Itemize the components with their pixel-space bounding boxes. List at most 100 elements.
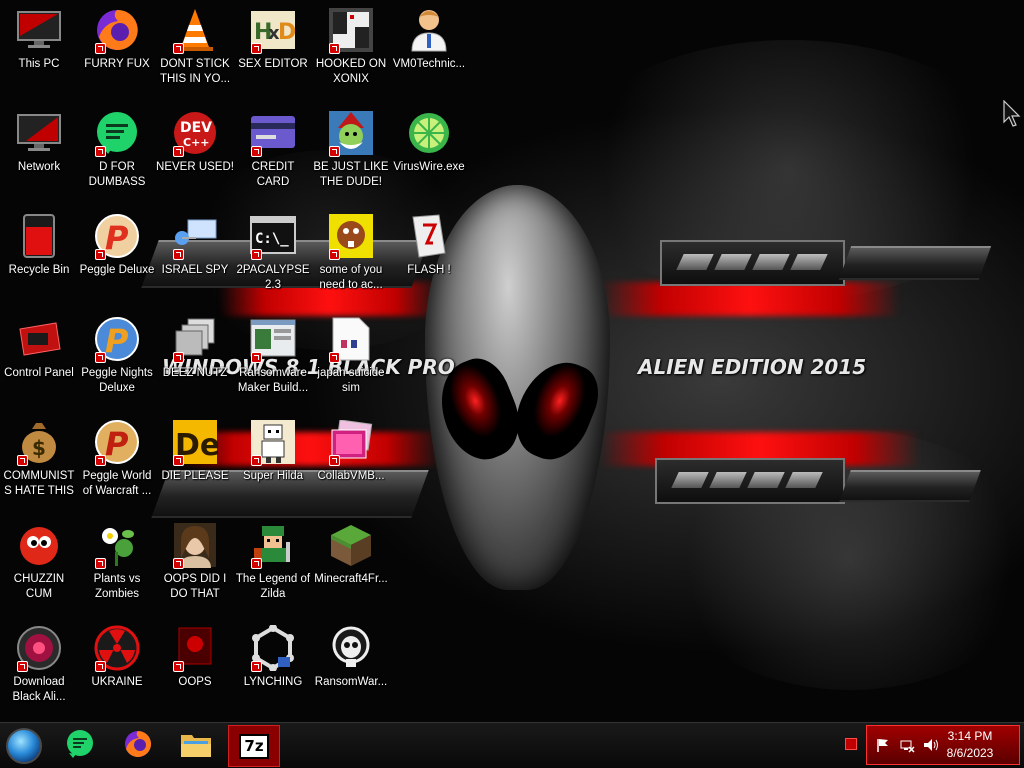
svg-text:P: P — [105, 425, 129, 463]
desktop-icon-plants-vs-zombies[interactable]: Plants vs Zombies — [78, 515, 156, 611]
desktop-icon-dont-stick[interactable]: DONT STICK THIS IN YO... — [156, 0, 234, 96]
desktop-icon-label: Peggle World of Warcraft ... — [82, 470, 152, 497]
desktop-icon-ukraine[interactable]: UKRAINE — [78, 618, 156, 714]
desktop-icon-israel-spy[interactable]: ISRAEL SPY — [156, 206, 234, 302]
money-bag-icon: $ — [15, 418, 63, 466]
hxd-hex-editor-icon: HxD — [249, 6, 297, 54]
show-hidden-icons-icon[interactable] — [845, 738, 857, 750]
desktop-icon-japan-suicide-sim[interactable]: japan suicide sim — [312, 309, 390, 405]
desktop-icon-control-panel[interactable]: Control Panel — [0, 309, 78, 405]
desktop-icon-label: D FOR DUMBASS — [88, 161, 146, 188]
credit-card-icon — [249, 109, 297, 157]
desktop-icon-hooked-on-xonix[interactable]: HOOKED ON XONIX — [312, 0, 390, 96]
desktop-icon-flash[interactable]: FLASH ! — [390, 206, 468, 302]
desktop-icon-deez-nutz[interactable]: DEEZ NUTZ — [156, 309, 234, 405]
desktop-icon-label: BE JUST LIKE THE DUDE! — [313, 161, 389, 188]
desktop-icon-super-hilda[interactable]: Super Hilda — [234, 412, 312, 508]
desktop-icon-label: VirusWire.exe — [393, 161, 465, 173]
taskbar-file-explorer-button[interactable] — [170, 725, 222, 767]
video-player-icon — [327, 418, 375, 466]
desktop-icon-label: DIE PLEASE — [161, 470, 229, 482]
doctor-user-icon — [405, 6, 453, 54]
taskbar-7zip-button[interactable]: 7z — [228, 725, 280, 767]
desktop-icon-d-for-dumbass[interactable]: D FOR DUMBASS — [78, 103, 156, 199]
taskbar-chat-app-button[interactable] — [54, 725, 106, 767]
desktop-icon-communists[interactable]: $ COMMUNISTS HATE THIS G... — [0, 412, 78, 508]
desktop-icon-be-just-like-the-dude[interactable]: BE JUST LIKE THE DUDE! — [312, 103, 390, 199]
desktop-icon-download-black-alien[interactable]: Download Black Ali... — [0, 618, 78, 714]
desktop-icon-peggle-deluxe[interactable]: P Peggle Deluxe — [78, 206, 156, 302]
plant-icon — [93, 521, 141, 569]
desktop-icon-label: LYNCHING — [243, 676, 303, 688]
app-window-icon — [249, 315, 297, 363]
desktop-icon-label: RansomWar... — [314, 676, 388, 688]
skull-icon — [327, 624, 375, 672]
desktop-icon-network[interactable]: Network — [0, 103, 78, 199]
taskbar-firefox-button[interactable] — [112, 725, 164, 767]
action-center-flag-icon[interactable] — [875, 737, 893, 753]
desktop-icon-die-please[interactable]: De DIE PLEASE — [156, 412, 234, 508]
desktop-icon-label: 2PACALYPSE 2.3 — [236, 264, 310, 291]
desktop-icon-some-of-you[interactable]: some of you need to ac... — [312, 206, 390, 302]
desktop-icon-collabvm[interactable]: CollabVMB... — [312, 412, 390, 508]
wallpaper-subtitle-text: ALIEN EDITION 2015 — [638, 355, 867, 379]
desktop-icon-viruswire[interactable]: VirusWire.exe — [390, 103, 468, 199]
desktop-icon-label: This PC — [18, 58, 60, 70]
desktop-icon-label: ISRAEL SPY — [161, 264, 229, 276]
desktop-icon-peggle-wow[interactable]: P Peggle World of Warcraft ... — [78, 412, 156, 508]
desktop-icon-label: Plants vs Zombies — [93, 573, 141, 600]
svg-text:C:\_: C:\_ — [255, 231, 289, 247]
desktop-icon-oops[interactable]: OOPS — [156, 618, 234, 714]
desktop-icon-never-used[interactable]: DEV C++ NEVER USED! — [156, 103, 234, 199]
monitor-icon — [15, 6, 63, 54]
desktop-icon-chuzzin[interactable]: CHUZZIN CUM — [0, 515, 78, 611]
desktop-icon-vm0technic[interactable]: VM0Technic... — [390, 0, 468, 96]
desktop-icon-label: Super Hilda — [242, 470, 304, 482]
svg-text:C++: C++ — [183, 136, 210, 149]
desktop-icon-label: CHUZZIN CUM — [13, 573, 65, 600]
desktop-icon-oops-did-i-do-that[interactable]: OOPS DID I DO THAT — [156, 515, 234, 611]
desktop-icon-label: Recycle Bin — [8, 264, 70, 276]
desktop-icon-ransomware-maker[interactable]: Ransomware Maker Build... — [234, 309, 312, 405]
wallpaper-wing-panel — [660, 240, 845, 286]
desktop-icon-peggle-nights[interactable]: P Peggle Nights Deluxe — [78, 309, 156, 405]
7zip-icon: 7z — [239, 733, 269, 759]
desktop-icon-label: NEVER USED! — [156, 161, 234, 173]
desktop-icon-lynching[interactable]: LYNCHING — [234, 618, 312, 714]
desktop-icon-2pacalypse[interactable]: C:\_ 2PACALYPSE 2.3 — [234, 206, 312, 302]
control-panel-icon — [15, 315, 63, 363]
desktop-icon-legend-of-zilda[interactable]: The Legend of Zilda — [234, 515, 312, 611]
chat-bubble-icon — [65, 729, 95, 764]
recycle-bin-icon — [15, 212, 63, 260]
firefox-icon — [123, 729, 153, 764]
flash-icon — [405, 212, 453, 260]
desktop-icon-furry-fux[interactable]: FURRY FUX — [78, 0, 156, 96]
desktop-icon-this-pc[interactable]: This PC — [0, 0, 78, 96]
desktop-icon-label: Ransomware Maker Build... — [237, 367, 309, 394]
elf-santa-icon — [327, 109, 375, 157]
clock-time: 3:14 PM — [947, 729, 993, 743]
wallpaper-wing — [839, 470, 981, 502]
desktop-icon-label: Download Black Ali... — [12, 676, 66, 703]
beaver-icon — [327, 212, 375, 260]
svg-text:DEV: DEV — [180, 120, 212, 136]
network-nodes-icon — [249, 624, 297, 672]
desktop-icon-label: Peggle Deluxe — [79, 264, 155, 276]
desktop-icon-minecraft[interactable]: Minecraft4Fr... — [312, 515, 390, 611]
desktop-icon-recycle-bin[interactable]: Recycle Bin — [0, 206, 78, 302]
desktop-icon-label: UKRAINE — [91, 676, 143, 688]
start-orb-icon[interactable] — [6, 728, 42, 764]
desktop-icon-ransomwar[interactable]: RansomWar... — [312, 618, 390, 714]
file-explorer-icon — [180, 730, 212, 763]
desktop-icon-label: japan suicide sim — [317, 367, 385, 394]
pixel-hero-icon — [249, 521, 297, 569]
alien-orb-icon — [15, 624, 63, 672]
desktop-icon-sex-editor[interactable]: HxD SEX EDITOR — [234, 0, 312, 96]
desktop-icon-label: Control Panel — [4, 367, 74, 379]
taskbar-clock[interactable]: 3:14 PM 8/6/2023 — [935, 728, 1005, 762]
desktop-icon-credit-card-checker[interactable]: CREDIT CARD CHECKER — [234, 103, 312, 199]
chat-bubble-icon — [93, 109, 141, 157]
network-disconnected-icon[interactable] — [899, 737, 917, 753]
desktop-icon-label: HOOKED ON XONIX — [315, 58, 387, 85]
alien-eye-right — [503, 350, 609, 470]
